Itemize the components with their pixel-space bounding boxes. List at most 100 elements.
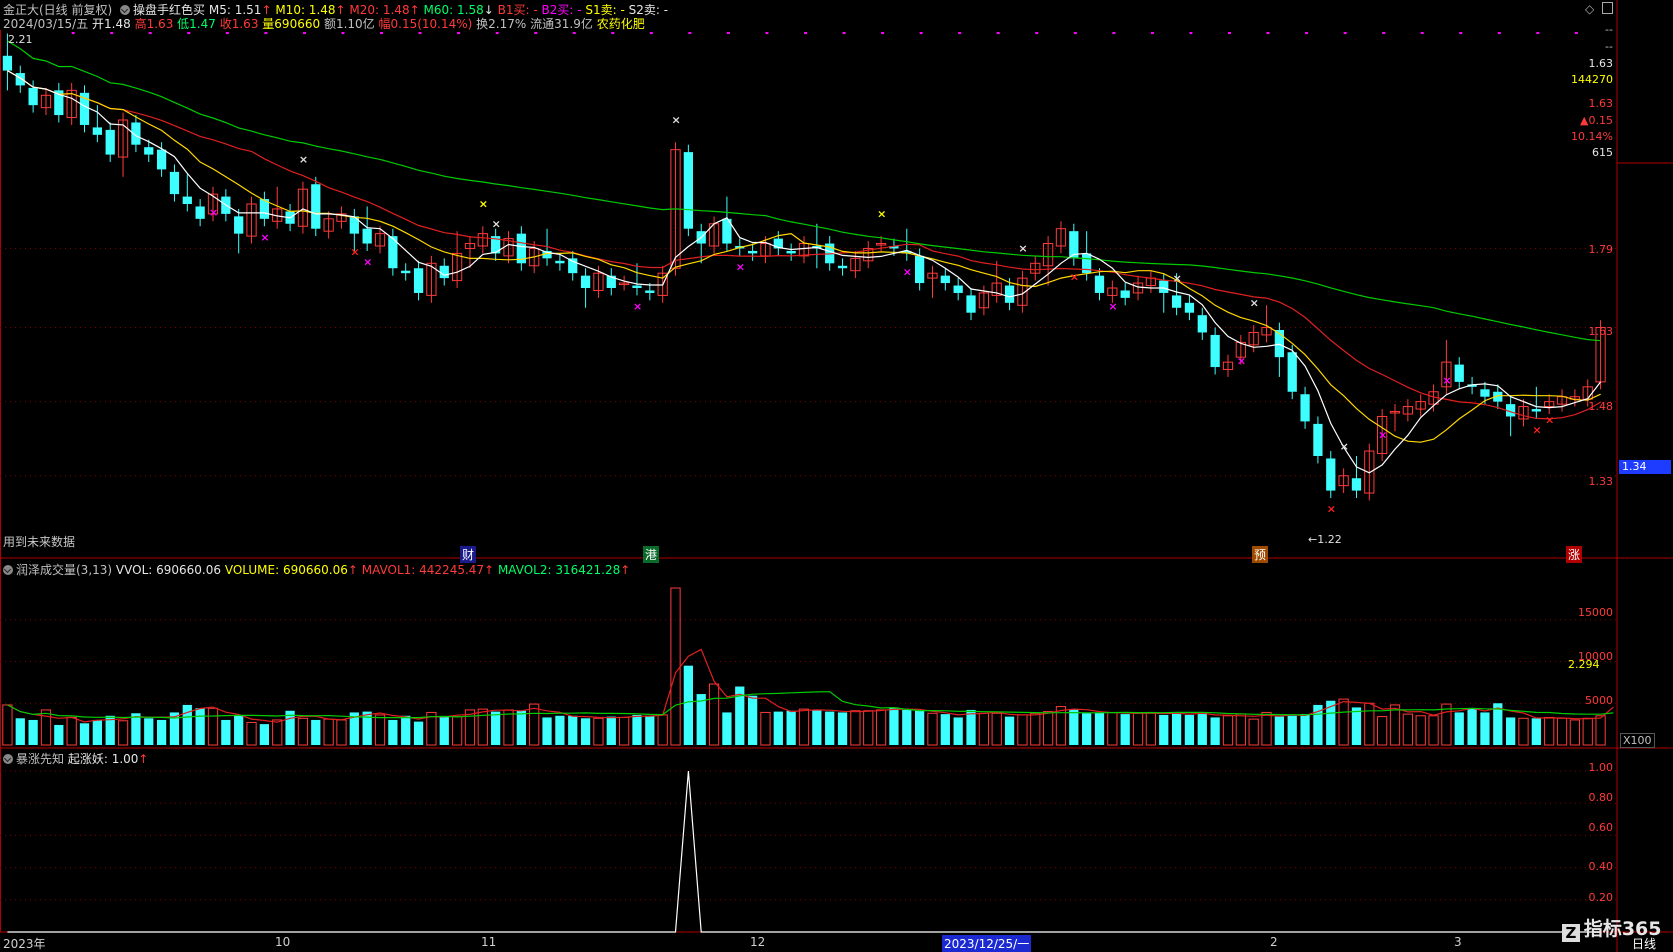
signal-x-marker: × bbox=[299, 153, 308, 166]
x-label-nov: 11 bbox=[481, 935, 497, 949]
volume-bar bbox=[542, 717, 552, 745]
volume-bar bbox=[1506, 717, 1516, 745]
volume-bar bbox=[837, 712, 848, 745]
volume-bar bbox=[156, 719, 167, 745]
panel-toggle-icon[interactable] bbox=[1602, 2, 1613, 14]
volume-bar bbox=[1210, 717, 1220, 745]
candle-body bbox=[311, 184, 321, 229]
candle-body bbox=[953, 285, 963, 293]
signal-x-marker: × bbox=[1378, 428, 1387, 441]
quote-change: 幅0.15(10.14%) bbox=[378, 17, 473, 31]
volume-bar bbox=[953, 717, 963, 745]
signal-x-marker: × bbox=[1070, 270, 1079, 283]
volume-bar bbox=[1544, 716, 1555, 746]
volume-bar bbox=[747, 695, 758, 745]
indicator-title[interactable]: 暴涨先知 bbox=[16, 752, 64, 766]
candle-body bbox=[156, 149, 167, 170]
volume-bar bbox=[195, 708, 205, 745]
volume-bar bbox=[28, 719, 38, 745]
m10-value: M10: 1.48 bbox=[275, 3, 336, 17]
brand-watermark: Z 指标365 bbox=[1562, 914, 1662, 942]
volume-bar bbox=[863, 710, 874, 746]
settings-circle-icon[interactable] bbox=[120, 5, 131, 15]
volume-bar bbox=[966, 709, 976, 745]
candle-body bbox=[1326, 458, 1336, 491]
candle-body bbox=[1454, 364, 1464, 382]
quote-low: 低1.47 bbox=[177, 17, 216, 31]
event-tag-forecast[interactable]: 预 bbox=[1252, 546, 1269, 563]
volume-value: VOLUME: 690660.06 bbox=[224, 563, 348, 577]
quote-date: 2024/03/15/五 bbox=[3, 17, 89, 31]
formula-name[interactable]: 操盘手红色买 bbox=[133, 3, 205, 17]
volume-bar bbox=[516, 710, 526, 745]
volume-bar bbox=[66, 716, 77, 746]
stock-title[interactable]: 金正大(日线 前复权) bbox=[3, 3, 112, 17]
indicator-line bbox=[7, 770, 1601, 933]
volume-bar bbox=[207, 707, 219, 746]
volume-bar bbox=[670, 587, 681, 746]
signal-x-marker: × bbox=[1018, 242, 1027, 255]
volume-bar bbox=[1261, 711, 1272, 746]
volume-bar bbox=[1171, 712, 1182, 745]
volume-bar bbox=[1184, 714, 1195, 745]
candle-body bbox=[747, 250, 758, 254]
diamond-icon[interactable]: ◇ bbox=[1585, 2, 1594, 16]
vol-tick-1: 15000 bbox=[1578, 606, 1613, 619]
candle-body bbox=[837, 265, 848, 269]
event-tag-hk[interactable]: 港 bbox=[643, 546, 660, 563]
ind-tick-3: 0.60 bbox=[1588, 821, 1614, 834]
event-tag-finance[interactable]: 财 bbox=[460, 546, 477, 563]
volume-title[interactable]: 润泽成交量(3,13) bbox=[16, 563, 112, 577]
volume-bar bbox=[1480, 712, 1490, 745]
candle-body bbox=[1197, 315, 1207, 333]
volume-bar bbox=[825, 711, 835, 745]
candle-body bbox=[1159, 280, 1169, 293]
candle-body bbox=[182, 196, 192, 204]
candle-body bbox=[1171, 295, 1182, 308]
brand-logo-icon: Z bbox=[1562, 924, 1580, 942]
signal-x-marker: × bbox=[633, 300, 642, 313]
x-label-oct: 10 bbox=[275, 935, 291, 949]
candle-body bbox=[2, 55, 13, 71]
low-price-label: ←1.22 bbox=[1308, 533, 1342, 546]
quote-sector[interactable]: 农药化肥 bbox=[597, 17, 645, 31]
volume-bar bbox=[1518, 717, 1529, 746]
volume-bar bbox=[1274, 716, 1285, 745]
volume-bar bbox=[221, 719, 231, 745]
quote-turnover: 换2.17% bbox=[476, 17, 527, 31]
signal-x-marker: × bbox=[260, 231, 269, 244]
candle-body bbox=[28, 87, 38, 106]
volume-bar bbox=[1556, 717, 1568, 746]
volume-bar bbox=[1364, 702, 1375, 746]
kline-chart[interactable]: × × × × × × × × × × × × × × × × × × × × × × × × bbox=[0, 0, 1673, 952]
ind-tick-2: 0.80 bbox=[1588, 791, 1614, 804]
volume-bar bbox=[297, 717, 309, 746]
volume-bar bbox=[477, 708, 488, 746]
volume-bar bbox=[1595, 715, 1606, 746]
volume-bar bbox=[875, 709, 887, 746]
event-tag-limit-up[interactable]: 涨 bbox=[1566, 546, 1583, 563]
volume-bar bbox=[388, 719, 398, 745]
candle-body bbox=[195, 206, 205, 219]
volume-bar bbox=[568, 715, 578, 745]
indicator-header: 暴涨先知 起涨妖: 1.00↑ bbox=[3, 752, 148, 766]
settings-circle-icon[interactable] bbox=[3, 754, 13, 764]
b2-value: B2买: - bbox=[541, 3, 582, 17]
candle-body bbox=[568, 258, 578, 274]
m60-value: M60: 1.58 bbox=[423, 3, 484, 17]
candle-body bbox=[1210, 334, 1220, 368]
volume-bar bbox=[1197, 712, 1207, 745]
volume-bar bbox=[491, 711, 501, 745]
ma60-line bbox=[7, 40, 1601, 342]
signal-x-marker: × bbox=[209, 206, 218, 219]
settings-circle-icon[interactable] bbox=[3, 565, 13, 575]
candle-body bbox=[580, 275, 591, 288]
price-tick-2: 1.63 bbox=[1588, 325, 1614, 338]
volume-bar bbox=[1132, 712, 1144, 746]
candle-body bbox=[1300, 394, 1310, 422]
volume-bar bbox=[657, 714, 668, 746]
volume-bar bbox=[915, 710, 925, 745]
volume-bar bbox=[1107, 711, 1118, 746]
ind-tick-5: 0.20 bbox=[1588, 891, 1614, 904]
ind-tick-1: 1.00 bbox=[1588, 761, 1614, 774]
